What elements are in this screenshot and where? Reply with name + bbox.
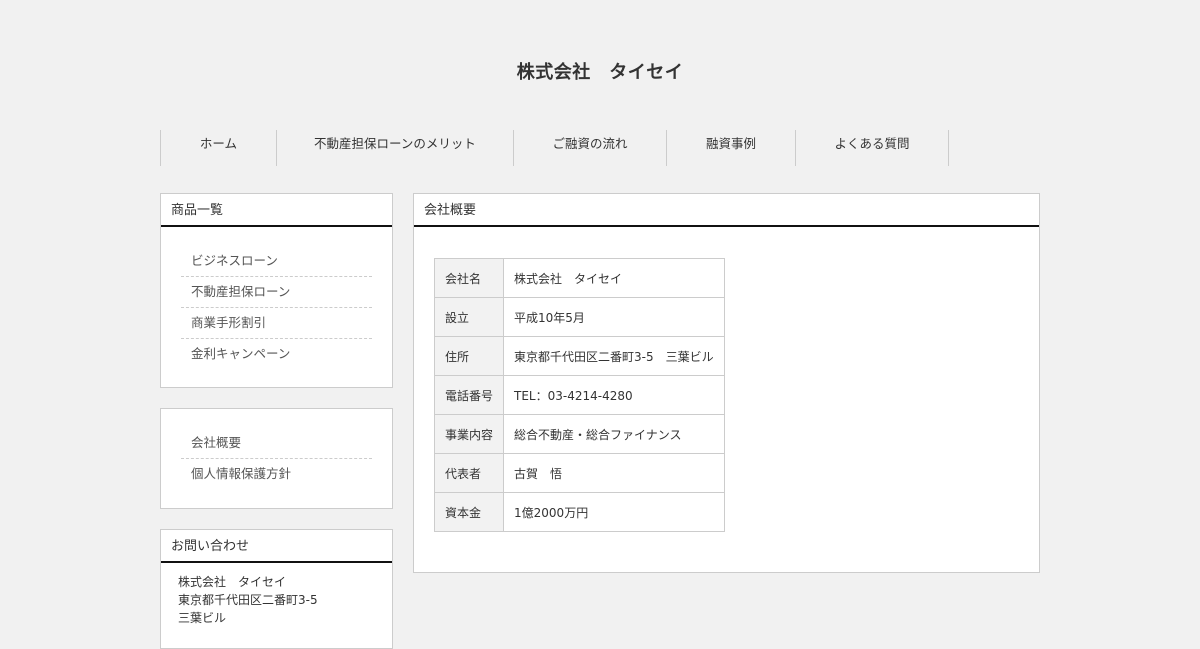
contact-company-name: 株式会社 タイセイ xyxy=(178,575,287,589)
nav-item-flow[interactable]: ご融資の流れ xyxy=(514,130,667,166)
row-value: 古賀 悟 xyxy=(503,453,725,493)
nav-item-cases[interactable]: 融資事例 xyxy=(667,130,796,166)
row-label: 住所 xyxy=(433,336,505,376)
row-label: 代表者 xyxy=(433,453,505,493)
row-label: 設立 xyxy=(433,297,505,337)
row-label: 資本金 xyxy=(433,492,505,532)
contact-heading: お問い合わせ xyxy=(161,530,392,563)
contact-box: お問い合わせ 株式会社 タイセイ 東京都千代田区二番町3-5 三葉ビル xyxy=(160,529,393,649)
row-value: 株式会社 タイセイ xyxy=(503,258,725,298)
row-label: 電話番号 xyxy=(433,375,505,415)
row-label: 会社名 xyxy=(433,258,505,298)
table-row: 住所 東京都千代田区二番町3-5 三葉ビル xyxy=(433,336,725,376)
row-value: 総合不動産・総合ファイナンス xyxy=(503,414,725,454)
table-row: 資本金 1億2000万円 xyxy=(433,492,725,532)
contact-building: 三葉ビル xyxy=(178,611,227,625)
menu-item-bill-discount[interactable]: 商業手形割引 xyxy=(181,308,372,339)
global-nav: ホーム 不動産担保ローンのメリット ご融資の流れ 融資事例 よくある質問 xyxy=(160,130,949,166)
company-profile-panel: 会社概要 会社名 株式会社 タイセイ 設立 平成10年5月 住所 東京都千代田区… xyxy=(413,193,1040,573)
nav-item-faq[interactable]: よくある質問 xyxy=(796,130,949,166)
table-row: 事業内容 総合不動産・総合ファイナンス xyxy=(433,414,725,454)
products-heading: 商品一覧 xyxy=(161,194,392,227)
menu-item-rate-campaign[interactable]: 金利キャンペーン xyxy=(181,339,372,369)
company-links-box: 会社概要 個人情報保護方針 xyxy=(160,408,393,509)
contact-address: 株式会社 タイセイ 東京都千代田区二番町3-5 三葉ビル xyxy=(161,563,392,627)
nav-item-home[interactable]: ホーム xyxy=(161,130,277,166)
row-value: TEL：03-4214-4280 xyxy=(503,375,725,415)
contact-address-line: 東京都千代田区二番町3-5 xyxy=(178,593,318,607)
menu-item-privacy-policy[interactable]: 個人情報保護方針 xyxy=(181,459,372,489)
row-value: 平成10年5月 xyxy=(503,297,725,337)
products-box: 商品一覧 ビジネスローン 不動産担保ローン 商業手形割引 金利キャンペーン xyxy=(160,193,393,388)
table-row: 電話番号 TEL：03-4214-4280 xyxy=(433,375,725,415)
row-label: 事業内容 xyxy=(433,414,505,454)
products-menu: ビジネスローン 不動産担保ローン 商業手形割引 金利キャンペーン xyxy=(161,246,392,369)
menu-item-real-estate-loan[interactable]: 不動産担保ローン xyxy=(181,277,372,308)
menu-item-business-loan[interactable]: ビジネスローン xyxy=(181,246,372,277)
nav-item-merit[interactable]: 不動産担保ローンのメリット xyxy=(277,130,514,166)
table-row: 設立 平成10年5月 xyxy=(433,297,725,337)
table-row: 代表者 古賀 悟 xyxy=(433,453,725,493)
site-title[interactable]: 株式会社 タイセイ xyxy=(0,58,1200,84)
row-value: 1億2000万円 xyxy=(503,492,725,532)
page-title: 会社概要 xyxy=(414,194,1039,227)
company-info-table: 会社名 株式会社 タイセイ 設立 平成10年5月 住所 東京都千代田区二番町3-… xyxy=(433,258,725,532)
row-value: 東京都千代田区二番町3-5 三葉ビル xyxy=(503,336,725,376)
table-row: 会社名 株式会社 タイセイ xyxy=(433,258,725,298)
company-links-menu: 会社概要 個人情報保護方針 xyxy=(161,428,392,489)
menu-item-company-profile[interactable]: 会社概要 xyxy=(181,428,372,459)
